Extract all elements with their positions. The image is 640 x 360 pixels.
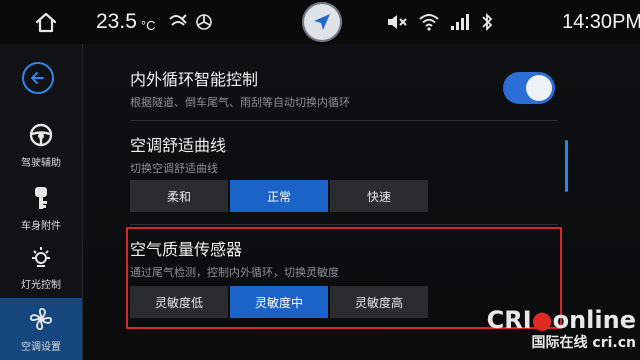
sensitivity-option-low[interactable]: 灵敏度低 <box>130 286 228 318</box>
sidebar-item-label: 灯光控制 <box>21 279 61 291</box>
temperature-value: 23.5 <box>96 10 137 33</box>
wifi-icon <box>419 14 439 31</box>
cell-signal-icon <box>451 14 469 30</box>
sidebar-item-lighting[interactable]: 灯光控制 <box>0 236 82 298</box>
sidebar-item-label: 驾驶辅助 <box>21 157 61 169</box>
sensitivity-option-medium[interactable]: 灵敏度中 <box>230 286 328 318</box>
light-icon <box>32 246 50 267</box>
back-button[interactable] <box>22 62 54 94</box>
clock-time: 14:30 <box>562 10 613 33</box>
sidebar-item-label: 车身附件 <box>21 220 61 232</box>
system-status-icons <box>386 0 494 44</box>
home-icon[interactable] <box>34 0 62 44</box>
toggle-knob <box>526 75 552 101</box>
navigation-button[interactable] <box>302 2 342 42</box>
cri-logo-dot: ● <box>531 306 553 334</box>
comfort-option-normal[interactable]: 正常 <box>230 180 328 212</box>
temperature-unit: °C <box>140 17 156 33</box>
cri-watermark: CRI●online 国际在线 cri.cn <box>486 306 636 360</box>
cri-logo: CRI●online <box>486 306 636 334</box>
airflow-icon <box>169 14 212 30</box>
cri-logo-main: CRI <box>486 306 532 334</box>
clock: 14:30 PM <box>562 0 640 44</box>
cri-subtitle: 国际在线 cri.cn <box>531 335 636 351</box>
comfort-curve-title: 空调舒适曲线 <box>130 138 227 155</box>
comfort-curve-description: 切换空调舒适曲线 <box>130 162 218 175</box>
comfort-option-fast[interactable]: 快速 <box>330 180 428 212</box>
back-arrow-icon <box>30 72 44 84</box>
steering-wheel-icon <box>29 123 53 146</box>
recirculation-toggle[interactable] <box>503 72 555 104</box>
fan-icon <box>29 307 53 330</box>
comfort-curve-selector: 柔和 正常 快速 <box>130 180 428 212</box>
sensitivity-option-high[interactable]: 灵敏度高 <box>330 286 428 318</box>
climate-status-icons[interactable] <box>168 0 216 44</box>
row-divider <box>130 224 558 225</box>
scrollbar[interactable] <box>565 140 568 192</box>
sensitivity-selector: 灵敏度低 灵敏度中 灵敏度高 <box>130 286 428 318</box>
mute-icon[interactable] <box>386 12 408 32</box>
sidebar-item-driving-assist[interactable]: 驾驶辅助 <box>0 114 82 176</box>
air-quality-description: 通过尾气检测，控制内外循环，切换灵敏度 <box>130 266 339 279</box>
comfort-option-soft[interactable]: 柔和 <box>130 180 228 212</box>
cri-logo-tail: online <box>552 306 636 334</box>
temperature-readout[interactable]: 23.5 °C <box>96 0 155 44</box>
row-divider <box>130 120 558 121</box>
status-bar: 23.5 °C 14:30 PM <box>0 0 640 44</box>
bluetooth-icon <box>482 12 493 32</box>
sidebar-item-label: 空调设置 <box>21 341 61 353</box>
clock-ampm: PM <box>612 10 640 33</box>
navigation-arrow-icon <box>314 14 330 30</box>
sidebar-item-body-accessories[interactable]: 车身附件 <box>0 177 82 239</box>
recirculation-title: 内外循环智能控制 <box>130 72 259 89</box>
settings-sidebar: 驾驶辅助 车身附件 灯光控制 空调设置 <box>0 44 82 360</box>
key-icon <box>35 186 47 209</box>
recirculation-description: 根据隧道、倒车尾气、雨刮等自动切换内循环 <box>130 96 350 109</box>
sidebar-item-climate[interactable]: 空调设置 <box>0 298 82 360</box>
air-quality-title: 空气质量传感器 <box>130 242 243 259</box>
car-infotainment-screen: 23.5 °C 14:30 PM 驾驶辅助 车身附件 灯光控制 空调设置 内外循… <box>0 0 640 360</box>
